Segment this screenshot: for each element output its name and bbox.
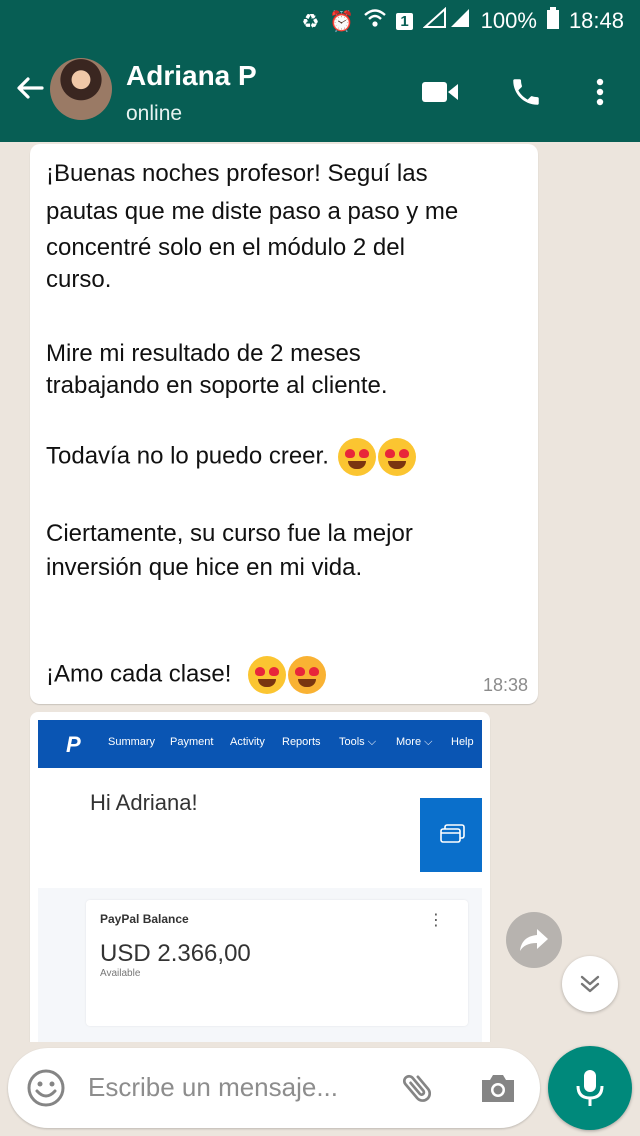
paypal-logo: P [66, 732, 81, 757]
microphone-icon [576, 1070, 604, 1106]
image-message[interactable]: P Summary Payment Activity Reports Tools… [30, 712, 490, 1042]
balance-available-label: Available [100, 968, 141, 979]
paypal-nav-item: Help [451, 736, 474, 748]
heart-eyes-emoji-icon [248, 656, 287, 694]
message-text-line: Mire mi resultado de 2 meses [46, 340, 361, 367]
paypal-nav-item: Summary [108, 736, 156, 748]
heart-eyes-emoji-icon [337, 438, 376, 476]
heart-eyes-emoji-icon [377, 438, 416, 476]
message-text-line-with-emoji: ¡Amo cada clase! [46, 656, 327, 694]
video-call-icon[interactable] [418, 70, 462, 114]
voice-call-icon[interactable] [504, 70, 548, 114]
paperclip-icon[interactable] [396, 1066, 440, 1110]
message-text-line: pautas que me diste paso a paso y me [46, 198, 459, 225]
contact-status: online [126, 102, 183, 125]
message-text-line: inversión que hice en mi vida. [46, 554, 363, 581]
paypal-nav-bar: P Summary Payment Activity Reports Tools… [38, 720, 482, 768]
status-bar: ♻ ⏰ 1 100% 18:48 [0, 0, 640, 42]
message-text-line: ¡Buenas noches profesor! Seguí las [46, 160, 428, 187]
battery-icon [546, 7, 559, 35]
paypal-wallet-panel [420, 798, 482, 872]
alarm-icon: ⏰ [329, 10, 355, 33]
scroll-to-bottom-button[interactable] [562, 956, 618, 1012]
paypal-greeting: Hi Adriana! [90, 790, 198, 815]
message-composer: Escribe un mensaje... [8, 1048, 540, 1128]
message-text: Todavía no lo puedo creer. [46, 442, 329, 470]
chat-area[interactable]: ¡Buenas noches profesor! Seguí las pauta… [0, 142, 640, 1042]
paypal-nav-item: Tools ⌵ [339, 736, 377, 748]
wifi-icon [364, 8, 387, 34]
card-menu-icon: ⋮ [428, 912, 444, 929]
balance-amount: USD 2.366,00 [100, 940, 251, 967]
paypal-nav-item: Activity [230, 736, 265, 748]
contact-avatar[interactable] [50, 58, 112, 120]
status-time: 18:48 [568, 8, 624, 33]
paypal-nav-item: More ⌵ [396, 736, 433, 748]
emoji-icon[interactable] [26, 1068, 66, 1108]
sim-badge: 1 [396, 12, 413, 30]
signal-icon [422, 6, 471, 35]
paypal-lower-section: PayPal Balance ⋮ USD 2.366,00 Available [38, 888, 482, 1042]
message-timestamp: 18:38 [482, 675, 528, 695]
back-arrow-icon[interactable] [10, 72, 50, 112]
chat-header: Adriana P online [0, 42, 640, 142]
more-options-icon[interactable] [578, 70, 622, 114]
microphone-button[interactable] [548, 1046, 632, 1130]
message-text-line: curso. [46, 266, 112, 293]
double-chevron-down-icon [580, 975, 600, 993]
message-text-line: Ciertamente, su curso fue la mejor [46, 520, 413, 547]
forward-button[interactable] [506, 912, 562, 968]
paypal-dashboard: Hi Adriana! PayPal Balance ⋮ USD 2.366,0… [38, 768, 482, 1042]
paypal-balance-card: PayPal Balance ⋮ USD 2.366,00 Available [86, 900, 468, 1026]
message-text: ¡Amo cada clase! [46, 660, 232, 688]
incoming-message[interactable]: ¡Buenas noches profesor! Seguí las pauta… [30, 144, 538, 704]
paypal-nav-item: Payment [170, 736, 214, 748]
wallet-card-icon [440, 824, 465, 843]
paypal-nav-item: Reports [282, 736, 321, 748]
battery-percent: 100% [480, 8, 537, 33]
message-text-line: trabajando en soporte al cliente. [46, 372, 388, 399]
recycle-icon: ♻ [301, 10, 320, 33]
message-text-line: concentré solo en el módulo 2 del [46, 234, 405, 261]
balance-card-title: PayPal Balance [100, 912, 189, 926]
message-input[interactable]: Escribe un mensaje... [88, 1072, 338, 1103]
forward-arrow-icon [520, 929, 548, 951]
contact-name[interactable]: Adriana P [126, 60, 257, 92]
smiling-face-with-hearts-emoji-icon [288, 656, 327, 694]
message-text-line-with-emoji: Todavía no lo puedo creer. [46, 438, 416, 476]
camera-icon[interactable] [476, 1066, 520, 1110]
